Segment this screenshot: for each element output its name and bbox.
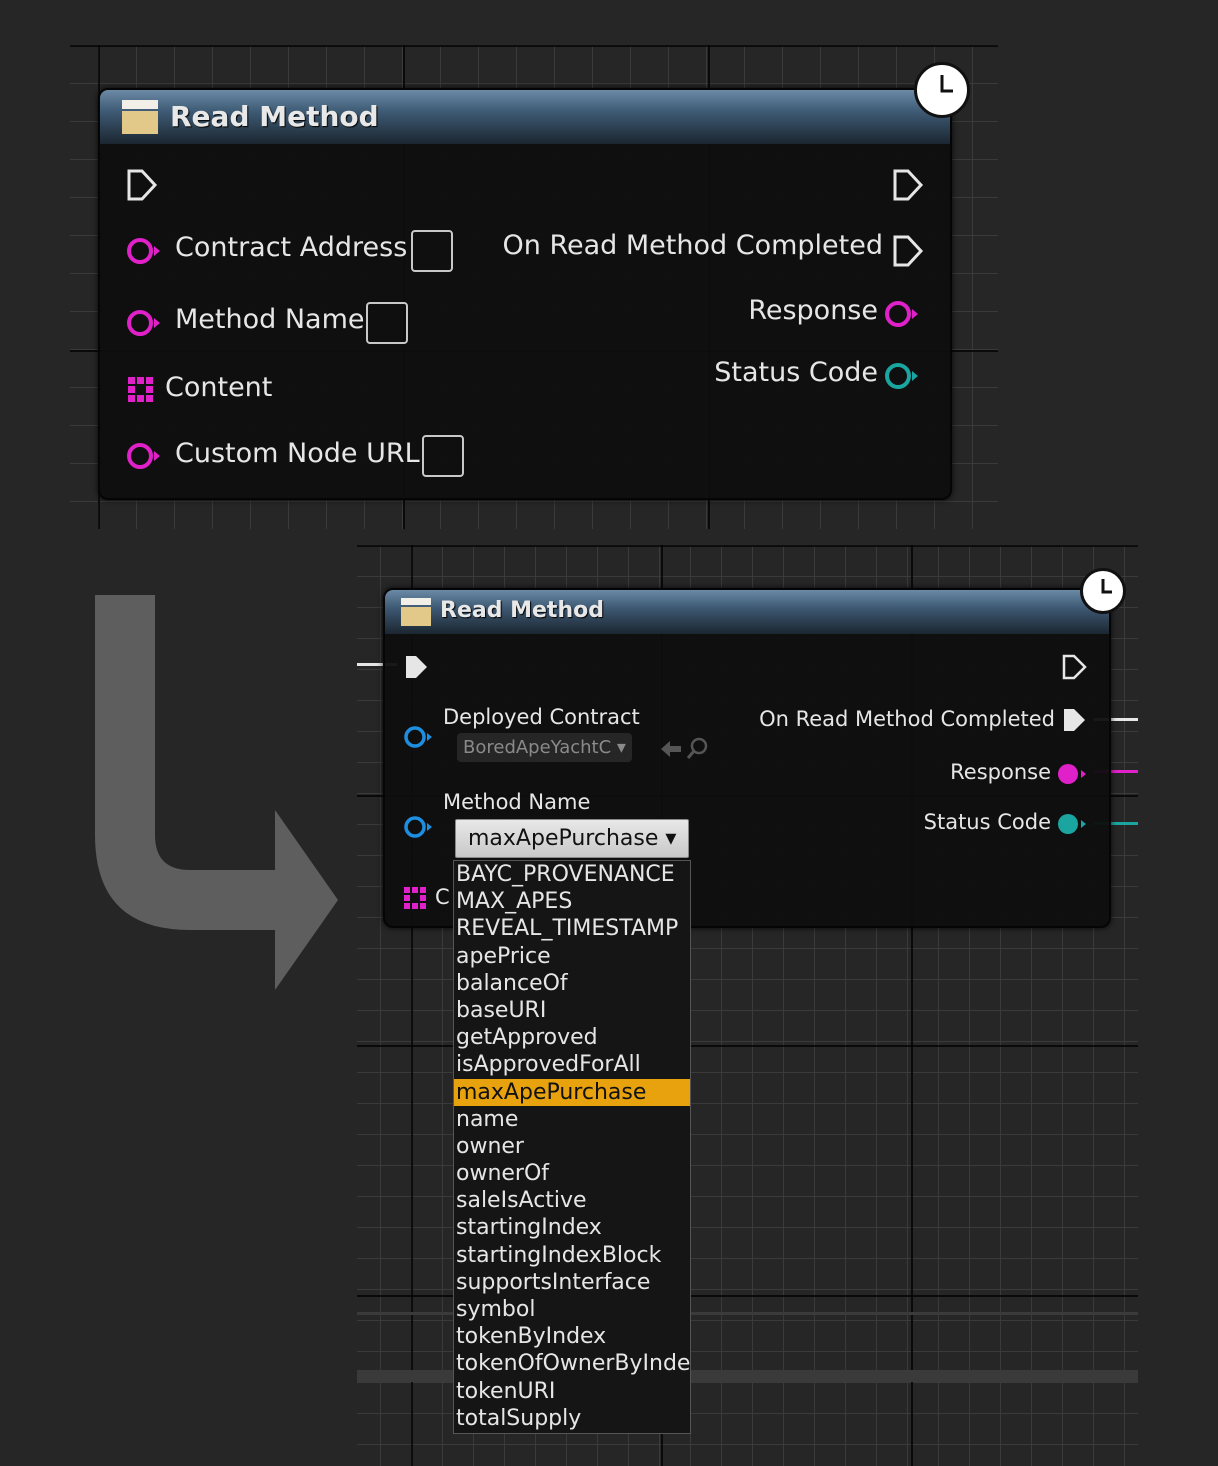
response-pin[interactable] [884,299,922,329]
menu-item-selected[interactable]: maxApePurchase [454,1078,690,1106]
menu-item[interactable]: BAYC_PROVENANCE [454,861,690,888]
content-struct-pin[interactable] [126,375,156,405]
latent-clock-icon [914,62,970,118]
contract-address-pin[interactable] [126,236,164,266]
on-completed-exec-pin[interactable] [892,234,924,268]
custom-node-url-pin[interactable] [126,441,164,471]
read-method-node[interactable]: Read Method Contract Address Method Name… [98,62,970,500]
node-title: Read Method [440,598,604,623]
deployed-contract-label: Deployed Contract [443,705,640,729]
menu-item[interactable]: startingIndex [454,1214,690,1241]
menu-item[interactable]: supportsInterface [454,1269,690,1296]
use-selected-arrow-icon[interactable] [659,738,683,760]
status-code-pin-connected[interactable] [1055,811,1089,837]
content-label-partial: C [435,885,450,909]
status-code-label: Status Code [923,810,1051,834]
response-pin-connected[interactable] [1055,761,1089,787]
menu-item[interactable]: MAX_APES [454,888,690,915]
menu-item[interactable]: tokenByIndex [454,1323,690,1350]
menu-item[interactable]: isApprovedForAll [454,1051,690,1078]
method-name-dropdown-menu[interactable]: BAYC_PROVENANCE MAX_APES REVEAL_TIMESTAMP a… [453,860,691,1434]
menu-item[interactable]: tokenOfOwnerByIndex [454,1350,690,1377]
method-name-label: Method Name [443,790,591,814]
menu-item[interactable]: tokenURI [454,1378,690,1405]
function-icon [401,598,431,626]
menu-item[interactable]: apePrice [454,943,690,970]
status-code-label: Status Code [714,357,878,388]
exec-in-pin-connected[interactable] [403,653,431,681]
deployed-contract-pin[interactable] [403,724,437,750]
method-name-input[interactable] [366,302,408,344]
menu-item[interactable]: getApproved [454,1024,690,1051]
menu-item[interactable]: name [454,1106,690,1133]
exec-in-pin[interactable] [126,168,158,202]
exec-out-pin[interactable] [1061,653,1089,681]
function-icon [122,100,158,134]
chevron-down-icon: ▾ [616,737,626,758]
method-name-pin[interactable] [403,814,437,840]
on-completed-label: On Read Method Completed [759,707,1055,731]
transition-arrow-icon [95,595,338,990]
menu-item[interactable]: ownerOf [454,1160,690,1187]
menu-item[interactable]: balanceOf [454,970,690,997]
chevron-down-icon: ▾ [665,826,677,851]
on-completed-exec-pin-connected[interactable] [1061,706,1089,734]
response-label: Response [950,760,1051,784]
contract-address-input[interactable] [411,230,453,272]
deployed-contract-combo[interactable]: BoredApeYachtC ▾ [457,733,632,762]
custom-node-url-input[interactable] [422,435,464,477]
status-code-pin[interactable] [884,361,922,391]
deployed-contract-value: BoredApeYachtC [463,737,612,758]
node-header[interactable]: Read Method [100,90,950,144]
method-name-combo[interactable]: maxApePurchase ▾ [455,819,689,858]
menu-item[interactable]: REVEAL_TIMESTAMP [454,915,690,942]
menu-item[interactable]: owner [454,1133,690,1160]
browse-search-icon[interactable] [685,736,711,762]
menu-item[interactable]: baseURI [454,997,690,1024]
contract-address-label: Contract Address [175,232,408,263]
response-label: Response [748,295,878,326]
on-completed-label: On Read Method Completed [502,230,883,261]
content-struct-pin[interactable] [403,886,429,912]
exec-out-pin[interactable] [892,168,924,202]
method-name-label: Method Name [175,304,365,335]
menu-item[interactable]: symbol [454,1296,690,1323]
node-header[interactable]: Read Method [385,590,1109,634]
node-title: Read Method [170,100,379,133]
latent-clock-icon [1080,568,1126,614]
menu-item[interactable]: totalSupply [454,1405,690,1432]
method-name-pin[interactable] [126,308,164,338]
menu-item[interactable]: startingIndexBlock [454,1242,690,1269]
menu-item[interactable]: saleIsActive [454,1187,690,1214]
method-name-value: maxApePurchase [468,826,659,851]
custom-node-url-label: Custom Node URL [175,438,420,469]
content-label: Content [165,372,273,403]
